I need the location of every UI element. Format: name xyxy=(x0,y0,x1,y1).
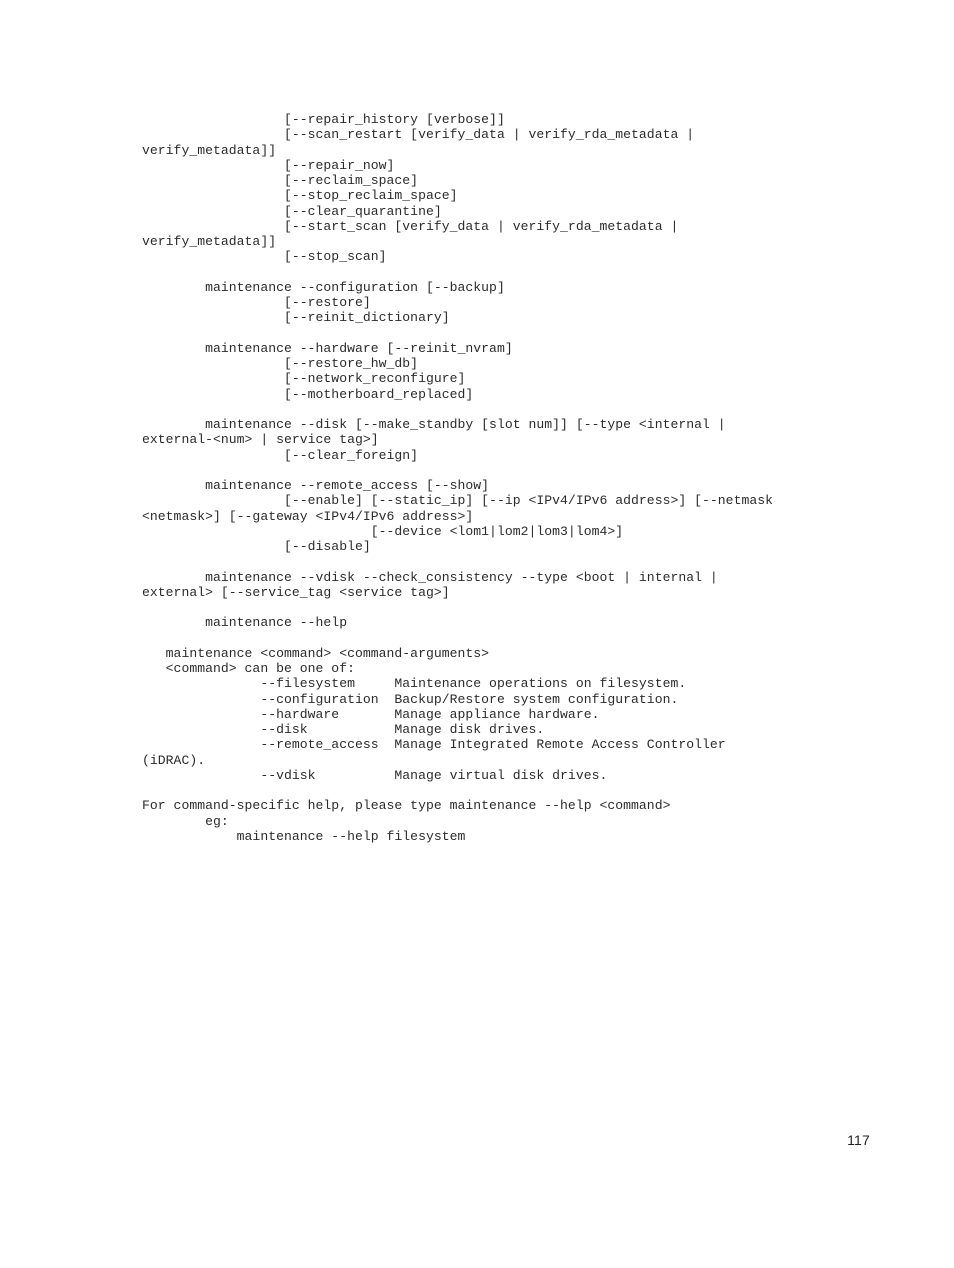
help-text-line: [--repair_history [verbose]] xyxy=(142,112,505,127)
help-text-line: [--motherboard_replaced] xyxy=(142,386,474,402)
help-text-line: For command-specific help, please type m… xyxy=(142,798,671,814)
help-text-line: [--disable] xyxy=(142,539,371,554)
help-text-line: [--start_scan [verify_data | verify_rda_… xyxy=(142,218,679,234)
help-text-line: --hardware Manage appliance hardware. xyxy=(142,706,600,722)
help-text-line: maintenance --disk [--make_standby [slot… xyxy=(142,417,726,432)
help-text-line: --configuration Backup/Restore system co… xyxy=(142,691,679,707)
help-text-line: maintenance --configuration [--backup] xyxy=(142,279,505,295)
help-text-line: [--device <lom1|lom2|lom3|lom4>] xyxy=(142,523,624,539)
help-text-line: maintenance <command> <command-arguments… xyxy=(142,645,490,661)
help-text-line: [--restore_hw_db] xyxy=(142,356,419,371)
page-number: 117 xyxy=(847,1132,870,1148)
help-text-line: --filesystem Maintenance operations on f… xyxy=(142,676,687,692)
help-text-line: [--enable] [--static_ip] [--ip <IPv4/IPv… xyxy=(142,493,774,509)
help-text-line: --vdisk Manage virtual disk drives. xyxy=(142,767,608,783)
help-text-line: maintenance --help xyxy=(142,615,348,631)
help-text-line: maintenance --hardware [--reinit_nvram] xyxy=(142,340,513,356)
help-text-line: [--restore] xyxy=(142,295,371,310)
help-text-line: [--stop_reclaim_space] xyxy=(142,188,458,204)
help-text-line: [--scan_restart [verify_data | verify_rd… xyxy=(142,127,695,143)
help-text-line: maintenance --remote_access [--show] xyxy=(142,478,490,493)
help-text-line: [--clear_quarantine] xyxy=(142,203,442,219)
document-page: [--repair_history [verbose]] [--scan_res… xyxy=(0,0,954,1268)
help-text-line: (iDRAC). xyxy=(142,752,206,768)
help-text-line: [--reinit_dictionary] xyxy=(142,310,450,326)
help-text-line: [--clear_foreign] xyxy=(142,447,419,463)
help-text-line: --disk Manage disk drives. xyxy=(142,722,545,737)
help-text-line: [--repair_now] xyxy=(142,157,395,173)
help-text-line: maintenance --vdisk --check_consistency … xyxy=(142,569,718,585)
help-text-line: verify_metadata]] xyxy=(142,234,277,249)
help-text-line: <command> can be one of: xyxy=(142,661,355,676)
help-text-line: [--stop_scan] xyxy=(142,249,387,265)
help-text-line: maintenance --help filesystem xyxy=(142,828,466,844)
help-text-line: [--reclaim_space] xyxy=(142,173,419,188)
help-text-line: external> [--service_tag <service tag>] xyxy=(142,584,450,600)
help-text-line: [--network_reconfigure] xyxy=(142,371,466,387)
help-text-line: --remote_access Manage Integrated Remote… xyxy=(142,737,726,753)
help-text-line: eg: xyxy=(142,813,229,829)
cli-help-text-block: [--repair_history [verbose]] [--scan_res… xyxy=(142,112,902,844)
help-text-line: verify_metadata]] xyxy=(142,142,277,158)
help-text-line: external-<num> | service tag>] xyxy=(142,432,379,448)
help-text-line: <netmask>] [--gateway <IPv4/IPv6 address… xyxy=(142,508,474,524)
